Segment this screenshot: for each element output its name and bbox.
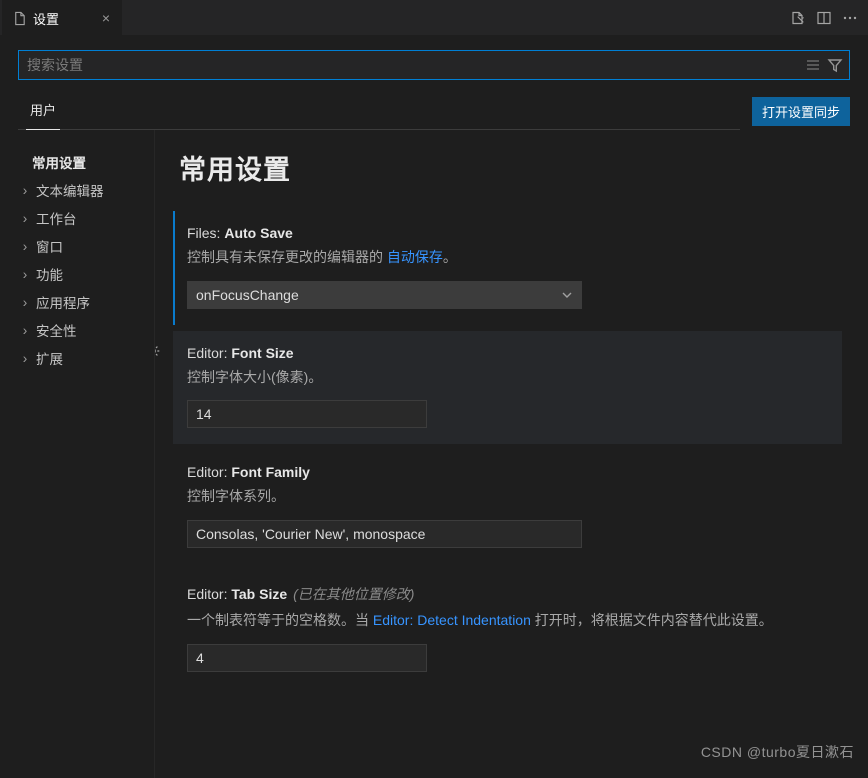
filter-icon[interactable] (827, 57, 843, 73)
fontsize-input[interactable] (187, 400, 427, 428)
setting-title: Editor: Font Size (187, 345, 828, 361)
setting-description: 控制字体系列。 (187, 486, 828, 508)
chevron-right-icon: › (18, 295, 32, 310)
sidebar-item-label: 文本编辑器 (36, 180, 104, 200)
sidebar-item-label: 工作台 (36, 208, 77, 228)
setting-description: 控制字体大小(像素)。 (187, 367, 828, 389)
fontfamily-input[interactable] (187, 520, 582, 548)
tab-settings[interactable]: 设置 × (2, 0, 122, 35)
tab-label: 设置 (33, 9, 59, 28)
sidebar-item-label: 应用程序 (36, 292, 90, 312)
sidebar-item-extensions[interactable]: › 扩展 (18, 344, 155, 372)
sidebar-item-application[interactable]: › 应用程序 (18, 288, 155, 316)
open-settings-json-icon[interactable] (790, 10, 806, 26)
close-icon[interactable]: × (100, 10, 112, 26)
link-autosave[interactable]: 自动保存 (387, 249, 443, 265)
file-icon (12, 11, 27, 26)
setting-editor-fontsize: Editor: Font Size 控制字体大小(像素)。 (173, 331, 842, 445)
sidebar-item-workbench[interactable]: › 工作台 (18, 204, 155, 232)
sidebar-item-label: 常用设置 (32, 152, 86, 172)
setting-files-autosave: Files: Auto Save 控制具有未保存更改的编辑器的 自动保存。 on… (173, 211, 842, 325)
setting-title: Editor: Tab Size(已在其他位置修改) (187, 584, 828, 604)
setting-editor-tabsize: Editor: Tab Size(已在其他位置修改) 一个制表符等于的空格数。当… (173, 570, 842, 688)
search-input[interactable] (27, 57, 805, 73)
open-settings-sync-button[interactable]: 打开设置同步 (752, 97, 850, 126)
gear-icon[interactable] (155, 343, 161, 359)
chevron-right-icon: › (18, 267, 32, 282)
setting-description: 一个制表符等于的空格数。当 Editor: Detect Indentation… (187, 610, 828, 632)
sidebar-item-features[interactable]: › 功能 (18, 260, 155, 288)
modified-elsewhere-hint: (已在其他位置修改) (293, 586, 414, 602)
settings-content: 常用设置 Files: Auto Save 控制具有未保存更改的编辑器的 自动保… (155, 130, 868, 778)
search-actions (805, 57, 843, 73)
sidebar-item-common[interactable]: 常用设置 (18, 148, 155, 176)
page-title: 常用设置 (179, 148, 842, 187)
tab-bar: 设置 × (0, 0, 868, 35)
chevron-right-icon: › (18, 211, 32, 226)
select-value: onFocusChange (196, 287, 299, 303)
setting-title: Editor: Font Family (187, 464, 828, 480)
sidebar-item-text-editor[interactable]: › 文本编辑器 (18, 176, 155, 204)
split-editor-icon[interactable] (816, 10, 832, 26)
autosave-select[interactable]: onFocusChange (187, 281, 582, 309)
search-area (0, 35, 868, 88)
tabsize-input[interactable] (187, 644, 427, 672)
scope-user-tab[interactable]: 用户 (18, 92, 68, 129)
link-detect-indentation[interactable]: Editor: Detect Indentation (373, 612, 531, 628)
more-actions-icon[interactable] (842, 10, 858, 26)
chevron-right-icon: › (18, 183, 32, 198)
chevron-down-icon (561, 289, 573, 301)
scope-tabs: 用户 (18, 92, 740, 130)
setting-editor-fontfamily: Editor: Font Family 控制字体系列。 (173, 450, 842, 564)
sidebar-item-security[interactable]: › 安全性 (18, 316, 155, 344)
sidebar-item-label: 安全性 (36, 320, 77, 340)
search-box[interactable] (18, 50, 850, 80)
sidebar-item-window[interactable]: › 窗口 (18, 232, 155, 260)
settings-body: 常用设置 › 文本编辑器 › 工作台 › 窗口 › 功能 › 应用程序 › 安全… (0, 130, 868, 778)
sidebar-item-label: 窗口 (36, 236, 63, 256)
setting-description: 控制具有未保存更改的编辑器的 自动保存。 (187, 247, 828, 269)
chevron-right-icon: › (18, 323, 32, 338)
chevron-right-icon: › (18, 239, 32, 254)
chevron-right-icon: › (18, 351, 32, 366)
sidebar-item-label: 功能 (36, 264, 63, 284)
setting-title: Files: Auto Save (187, 225, 828, 241)
scope-row: 用户 打开设置同步 (0, 88, 868, 130)
clear-icon[interactable] (805, 57, 821, 73)
sidebar-item-label: 扩展 (36, 348, 63, 368)
settings-toc: 常用设置 › 文本编辑器 › 工作台 › 窗口 › 功能 › 应用程序 › 安全… (0, 130, 155, 778)
editor-actions (790, 0, 868, 35)
